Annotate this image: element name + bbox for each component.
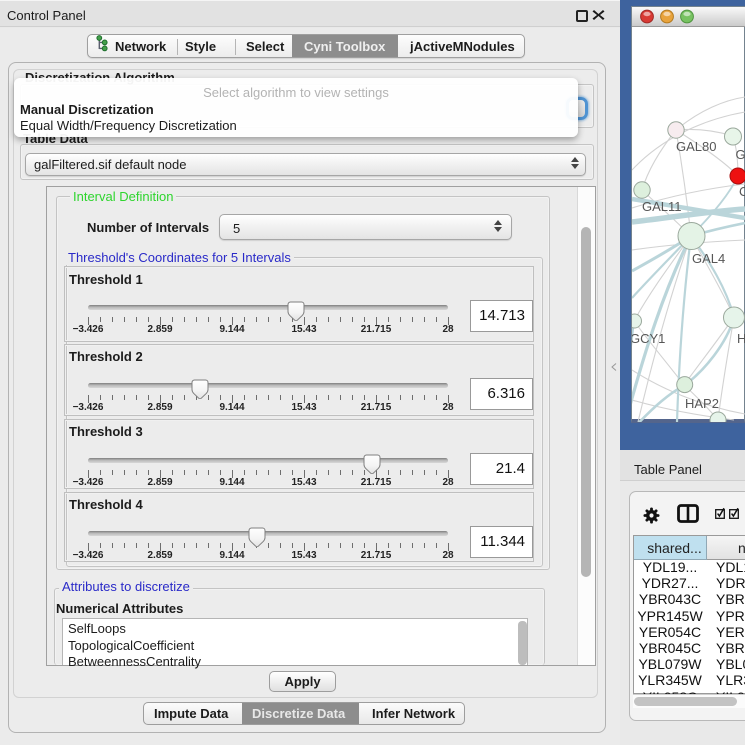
svg-text:HIS4: HIS4 — [737, 331, 745, 346]
svg-text:GAL3: GAL3 — [736, 147, 745, 162]
svg-text:HAP2: HAP2 — [685, 396, 719, 411]
svg-text:C: C — [739, 184, 745, 199]
svg-text:GAL80: GAL80 — [676, 139, 716, 154]
svg-text:GAL4: GAL4 — [692, 251, 725, 266]
svg-text:GAL11: GAL11 — [642, 199, 682, 214]
svg-text:GCY1: GCY1 — [632, 331, 665, 346]
